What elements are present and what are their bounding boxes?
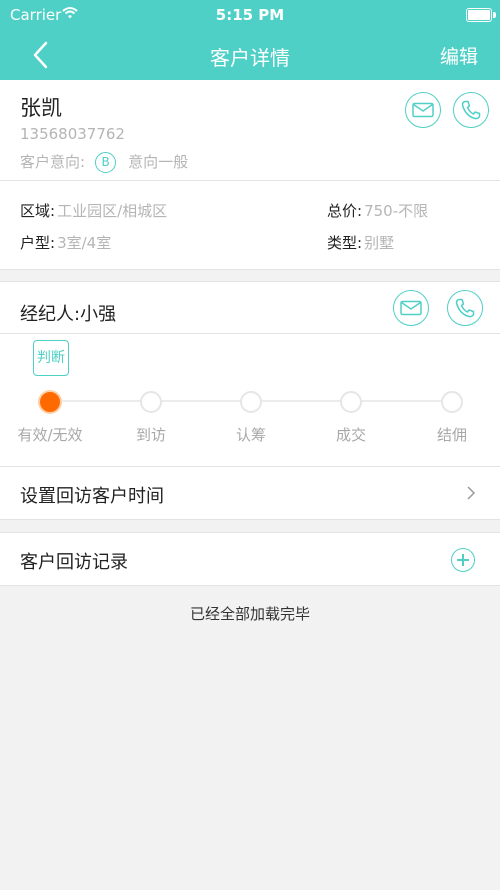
mail-icon	[400, 300, 422, 316]
divider	[0, 519, 500, 520]
area-value: 工业园区/相城区	[57, 202, 168, 220]
progress-step-label: 到访	[135, 426, 166, 444]
price-label: 总价:	[327, 202, 363, 220]
judge-button[interactable]: 判断	[33, 340, 69, 376]
price-field: 总价: 750-不限	[327, 200, 428, 221]
area-field: 区域: 工业园区/相城区	[20, 200, 167, 221]
battery-icon	[466, 8, 496, 22]
layout-label: 户型:	[20, 234, 56, 252]
divider	[0, 585, 500, 586]
customer-phone: 13568037762	[20, 125, 125, 143]
customer-intent: 客户意向: B 意向一般	[20, 151, 188, 173]
type-label: 类型:	[327, 234, 363, 252]
progress-step-dot[interactable]	[240, 391, 262, 413]
mail-icon	[412, 102, 434, 118]
call-agent-button[interactable]	[447, 290, 483, 326]
progress-step-label: 成交	[335, 426, 366, 444]
records-label: 客户回访记录	[20, 552, 128, 573]
price-value: 750-不限	[364, 202, 429, 220]
nav-bar: 客户详情 编辑	[0, 30, 500, 80]
call-customer-button[interactable]	[453, 92, 489, 128]
intent-grade-badge: B	[95, 152, 117, 173]
records-row: 客户回访记录	[0, 533, 500, 585]
intent-value: 意向一般	[128, 153, 189, 171]
progress-step-label: 认筹	[235, 426, 266, 444]
page-title: 客户详情	[210, 46, 290, 70]
progress-step-label: 有效/无效	[17, 426, 83, 444]
progress-step-dot[interactable]	[441, 391, 463, 413]
progress-step-dot[interactable]	[140, 391, 162, 413]
layout-field: 户型: 3室/4室	[20, 232, 111, 253]
requirement-card: 区域: 工业园区/相城区 总价: 750-不限 户型: 3室/4室 类型: 别墅	[0, 181, 500, 269]
callback-row[interactable]: 设置回访客户时间	[0, 467, 500, 519]
status-bar: Carrier 5:15 PM	[0, 0, 500, 30]
phone-icon	[455, 298, 475, 318]
intent-label: 客户意向:	[20, 153, 86, 171]
chevron-right-icon	[467, 486, 476, 500]
clock: 5:15 PM	[215, 6, 285, 24]
divider	[0, 333, 500, 334]
message-customer-button[interactable]	[405, 92, 441, 128]
type-field: 类型: 别墅	[327, 232, 394, 253]
add-record-icon[interactable]	[451, 548, 475, 572]
progress-step-label: 结佣	[436, 426, 467, 444]
customer-name: 张凯	[20, 96, 62, 120]
divider	[0, 269, 500, 270]
progress-step-dot[interactable]	[38, 390, 62, 414]
layout-value: 3室/4室	[57, 234, 112, 252]
customer-card: 张凯 13568037762 客户意向: B 意向一般	[0, 80, 500, 180]
area-label: 区域:	[20, 202, 56, 220]
message-agent-button[interactable]	[393, 290, 429, 326]
edit-button[interactable]: 编辑	[440, 42, 478, 69]
load-complete-text: 已经全部加载完毕	[189, 605, 310, 623]
phone-icon	[461, 100, 481, 120]
type-value: 别墅	[364, 234, 395, 252]
agent-name: 经纪人:小强	[20, 304, 117, 325]
callback-label: 设置回访客户时间	[20, 486, 164, 507]
progress-step-dot[interactable]	[340, 391, 362, 413]
